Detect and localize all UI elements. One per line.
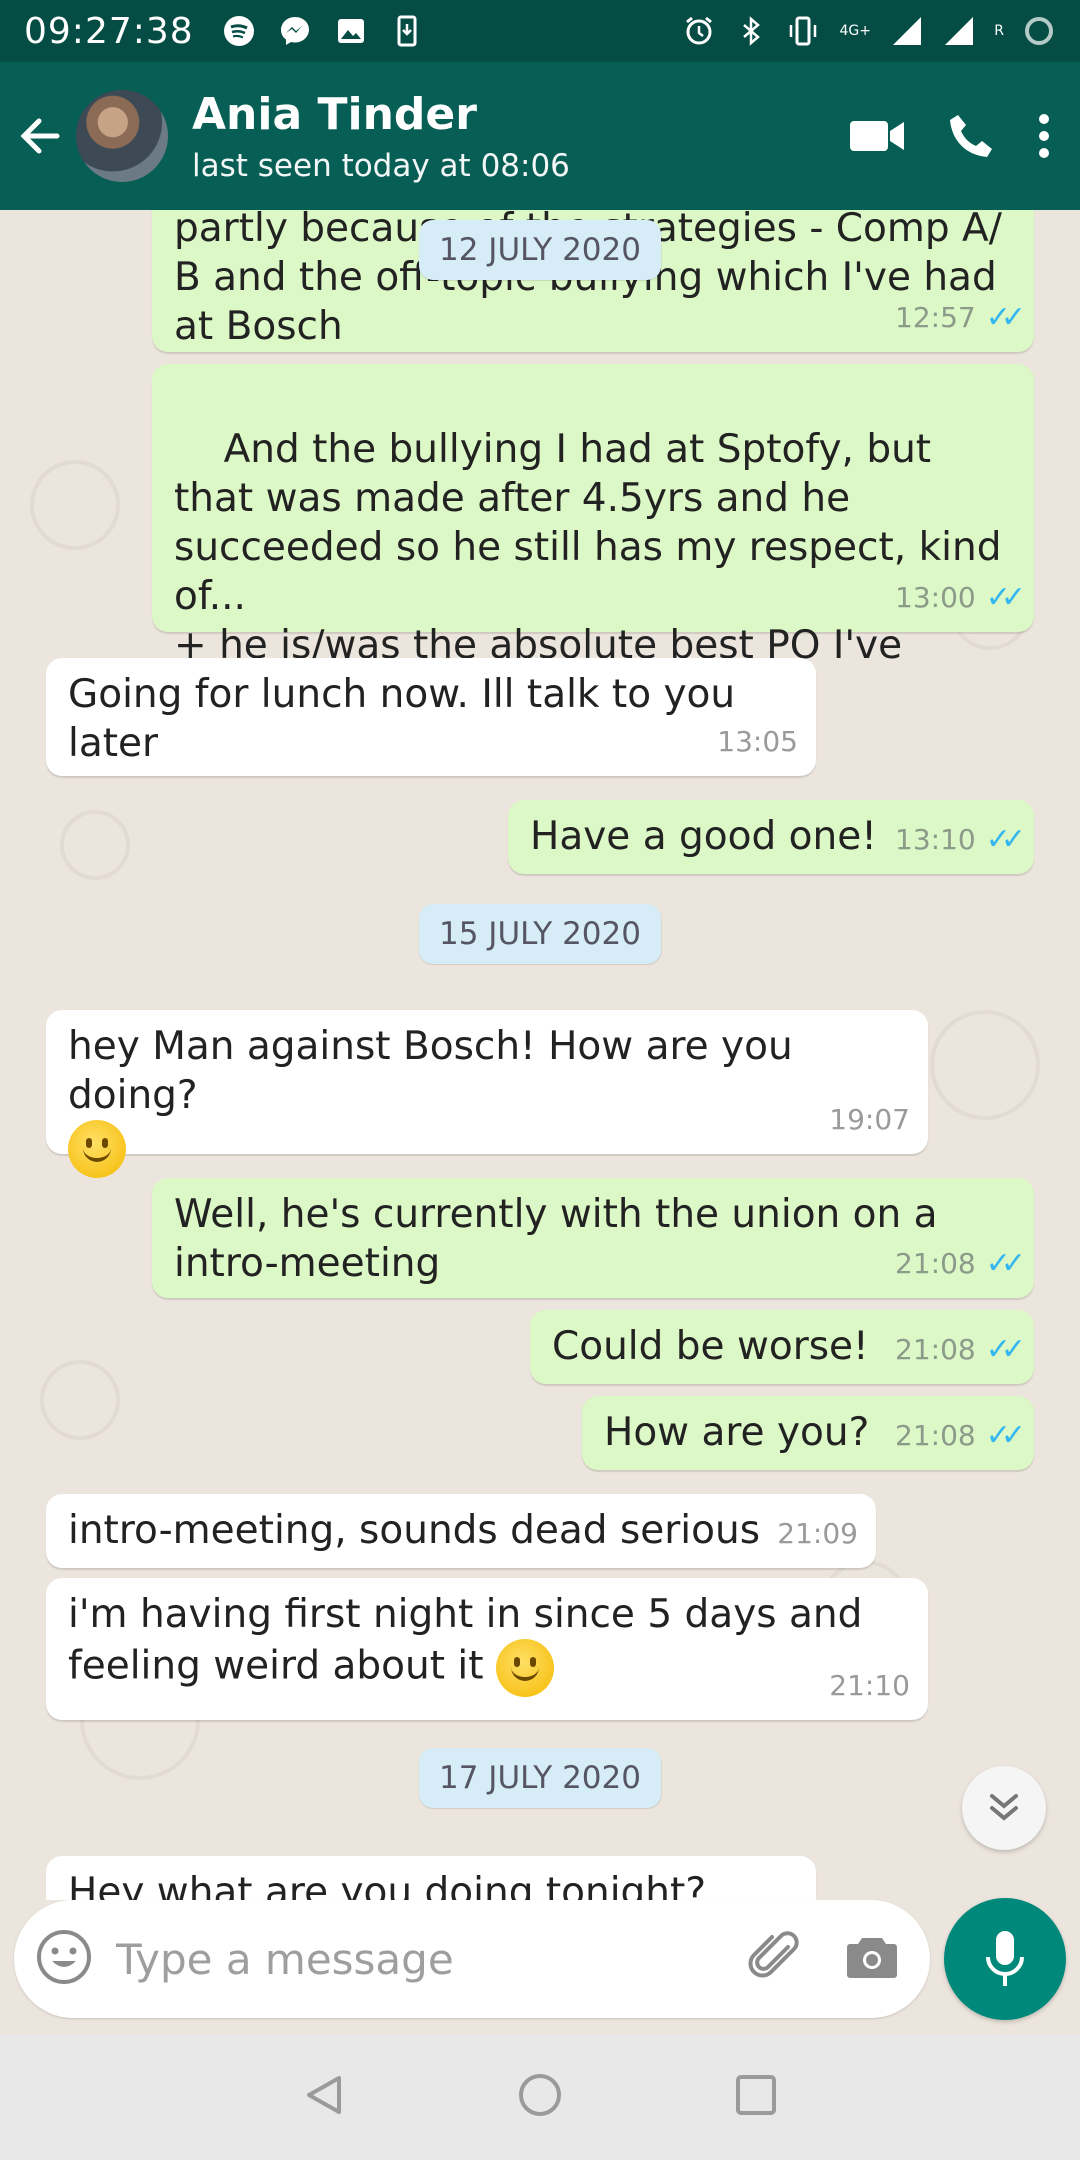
more-options-button[interactable]	[1036, 111, 1052, 161]
roaming-signal-icon	[942, 14, 976, 48]
chat-area[interactable]: partly because of the strategies - Comp …	[0, 210, 1080, 1900]
message-text: intro-meeting, sounds dead serious	[68, 1508, 761, 1553]
message-text: Could be worse!	[552, 1324, 869, 1369]
background-doodle	[930, 1010, 1040, 1120]
date-chip: 17 JULY 2020	[419, 1748, 661, 1808]
message-bubble-outgoing[interactable]: Well, he's currently with the union on a…	[152, 1178, 1034, 1298]
phone-icon	[950, 115, 992, 157]
read-receipt-icon: ✓✓	[985, 300, 1026, 335]
read-receipt-icon: ✓✓	[985, 580, 1026, 615]
status-time: 09:27:38	[24, 10, 194, 52]
message-time: 12:57	[895, 301, 976, 334]
camera-icon	[847, 1938, 897, 1978]
alarm-icon	[682, 14, 716, 48]
video-camera-icon	[850, 121, 904, 151]
message-text: Well, he's currently with the union on a…	[174, 1192, 938, 1286]
date-chip: 12 JULY 2020	[419, 220, 661, 280]
microphone-icon	[986, 1931, 1024, 1986]
message-bubble-incoming[interactable]: Going for lunch now. Ill talk to you lat…	[46, 658, 816, 776]
read-receipt-icon: ✓✓	[985, 1246, 1026, 1281]
double-chevron-down-icon	[990, 1794, 1018, 1821]
message-bubble-outgoing[interactable]: How are you? 21:08 ✓✓	[582, 1396, 1034, 1470]
bluetooth-icon	[734, 14, 768, 48]
signal-icon	[890, 14, 924, 48]
contact-name[interactable]: Ania Tinder	[192, 89, 570, 140]
message-bubble-incoming[interactable]: hey Man against Bosch! How are you doing…	[46, 1010, 928, 1178]
message-time: 13:05	[717, 725, 798, 758]
date-chip: 15 JULY 2020	[419, 904, 661, 964]
roaming-label: R	[994, 23, 1004, 39]
square-recents-icon	[736, 2075, 776, 2115]
message-time: 21:09	[777, 1517, 858, 1550]
message-input[interactable]	[116, 1934, 748, 1984]
background-doodle	[60, 810, 130, 880]
scroll-to-bottom-button[interactable]	[962, 1766, 1046, 1850]
message-text: Hey what are you doing tonight?	[68, 1870, 707, 1900]
message-text: Have a good one!	[530, 814, 877, 859]
message-bubble-outgoing[interactable]: And the bullying I had at Sptofy, but th…	[152, 364, 1034, 717]
smile-emoji-icon	[495, 1639, 554, 1697]
system-navigation-bar	[0, 2034, 1080, 2160]
message-time: 21:08	[895, 1419, 976, 1452]
background-doodle	[40, 1360, 120, 1440]
emoji-button[interactable]	[34, 1927, 94, 1991]
message-time: 21:10	[829, 1669, 910, 1702]
smile-emoji-icon	[68, 1120, 126, 1178]
message-bubble-incoming[interactable]: Hey what are you doing tonight?	[46, 1856, 816, 1900]
nav-home-button[interactable]	[517, 2072, 563, 2122]
attach-button[interactable]	[748, 1929, 804, 1989]
chat-header: Ania Tinder last seen today at 08:06	[0, 62, 1080, 210]
message-time: 21:08	[895, 1247, 976, 1280]
triangle-back-icon	[307, 2076, 341, 2114]
voice-message-button[interactable]	[944, 1898, 1066, 2020]
message-time: 21:08	[895, 1333, 976, 1366]
message-bubble-incoming[interactable]: intro-meeting, sounds dead serious 21:09	[46, 1494, 876, 1568]
gallery-icon	[334, 14, 368, 48]
last-seen-status: last seen today at 08:06	[192, 147, 570, 184]
message-time: 13:10	[895, 823, 976, 856]
nav-recents-button[interactable]	[733, 2072, 779, 2122]
message-time: 19:07	[829, 1103, 910, 1136]
arrow-left-icon	[20, 118, 60, 154]
download-icon	[390, 14, 424, 48]
read-receipt-icon: ✓✓	[985, 822, 1026, 857]
background-doodle	[30, 460, 120, 550]
messenger-icon	[278, 14, 312, 48]
read-receipt-icon: ✓✓	[985, 1418, 1026, 1453]
message-time: 13:00	[895, 581, 976, 614]
battery-icon	[1022, 14, 1056, 48]
emoji-icon	[37, 1930, 91, 1984]
spotify-icon	[222, 14, 256, 48]
more-vertical-icon	[1039, 114, 1049, 158]
vibrate-icon	[786, 14, 820, 48]
message-text: hey Man against Bosch! How are you doing…	[68, 1024, 793, 1118]
paperclip-icon	[748, 1931, 799, 1978]
camera-button[interactable]	[844, 1932, 900, 1986]
message-composer	[14, 1900, 930, 2018]
message-text: i'm having first night in since 5 days a…	[68, 1592, 863, 1689]
message-bubble-outgoing[interactable]: Could be worse! 21:08 ✓✓	[530, 1310, 1034, 1384]
voice-call-button[interactable]	[946, 111, 996, 161]
message-bubble-outgoing[interactable]: Have a good one! 13:10 ✓✓	[508, 800, 1034, 874]
nav-back-button[interactable]	[301, 2072, 347, 2122]
avatar[interactable]	[76, 90, 168, 182]
message-text: Going for lunch now. Ill talk to you lat…	[68, 672, 736, 766]
read-receipt-icon: ✓✓	[985, 1332, 1026, 1367]
message-text: How are you?	[604, 1410, 870, 1455]
contact-info[interactable]: Ania Tinder last seen today at 08:06	[192, 89, 570, 184]
message-bubble-incoming[interactable]: i'm having first night in since 5 days a…	[46, 1578, 928, 1720]
back-button[interactable]	[0, 62, 80, 210]
video-call-button[interactable]	[848, 116, 906, 156]
status-bar: 09:27:38 4G+ R	[0, 0, 1080, 62]
mobile-data-icon: 4G+	[839, 23, 872, 39]
circle-home-icon	[519, 2074, 561, 2116]
